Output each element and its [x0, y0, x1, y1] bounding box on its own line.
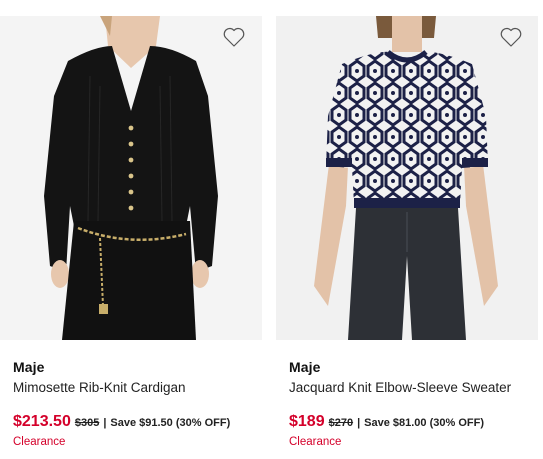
product-title[interactable]: Jacquard Knit Elbow-Sleeve Sweater: [289, 380, 511, 395]
price-row: $213.50 $305 | Save $91.50 (30% OFF): [13, 413, 230, 431]
product-card[interactable]: Maje Mimosette Rib-Knit Cardigan $213.50…: [0, 0, 262, 459]
cardigan-illustration: [0, 16, 262, 340]
clearance-badge: Clearance: [289, 436, 342, 448]
price-separator: |: [357, 417, 361, 429]
heart-outline-icon: [500, 27, 522, 47]
product-grid: Maje Mimosette Rib-Knit Cardigan $213.50…: [0, 0, 543, 459]
price-row: $189 $270 | Save $81.00 (30% OFF): [289, 413, 484, 431]
product-brand[interactable]: Maje: [13, 359, 45, 375]
price-separator: |: [103, 417, 107, 429]
product-image[interactable]: [0, 16, 262, 340]
product-image[interactable]: [276, 16, 538, 340]
favorite-button[interactable]: [499, 26, 523, 48]
original-price: $270: [328, 417, 354, 429]
savings-text: Save $91.50 (30% OFF): [110, 417, 231, 429]
heart-outline-icon: [223, 27, 245, 47]
sale-price: $213.50: [13, 413, 71, 430]
original-price: $305: [74, 417, 100, 429]
product-card[interactable]: Maje Jacquard Knit Elbow-Sleeve Sweater …: [276, 0, 538, 459]
sweater-illustration: [276, 16, 538, 340]
sale-price: $189: [289, 413, 325, 430]
product-brand[interactable]: Maje: [289, 359, 321, 375]
savings-text: Save $81.00 (30% OFF): [364, 417, 484, 429]
product-title[interactable]: Mimosette Rib-Knit Cardigan: [13, 380, 186, 395]
clearance-badge: Clearance: [13, 436, 66, 448]
favorite-button[interactable]: [222, 26, 246, 48]
